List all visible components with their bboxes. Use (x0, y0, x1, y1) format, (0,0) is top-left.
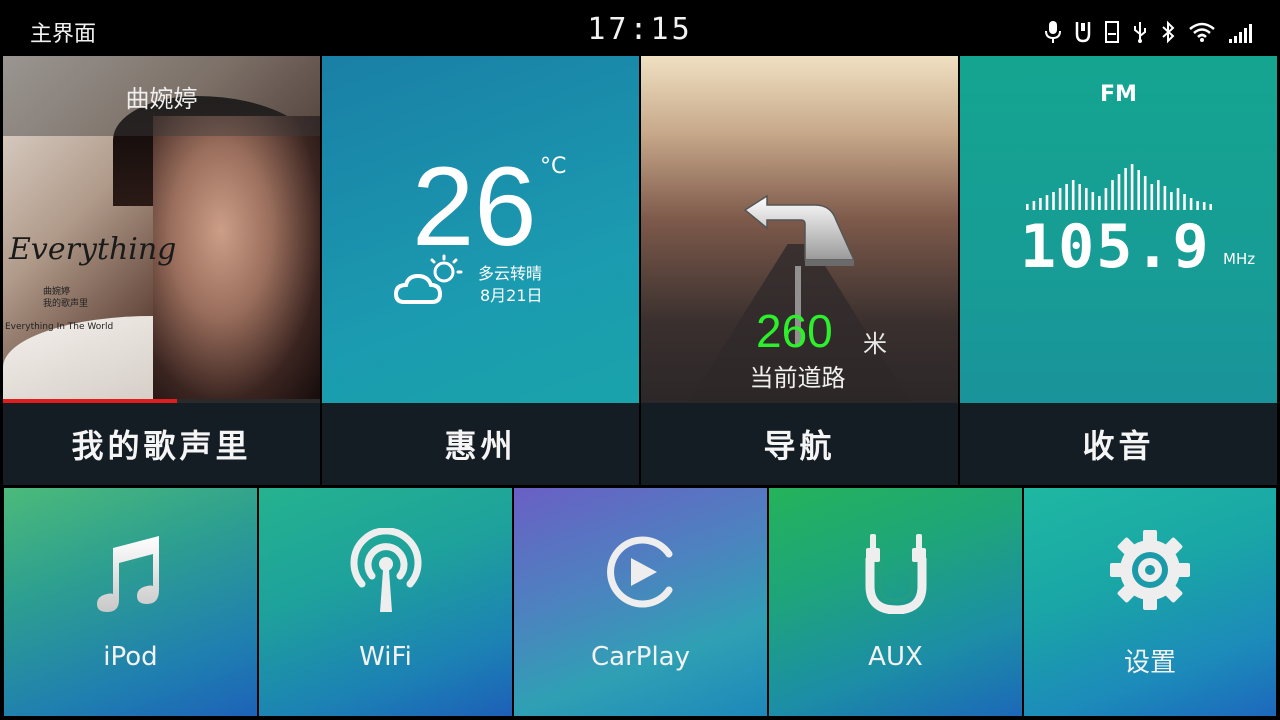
usb-icon (1134, 22, 1146, 43)
radio-spectrum-bar (1052, 192, 1055, 210)
music-note-icon (96, 536, 159, 612)
artist-name: 曲婉婷 (3, 56, 320, 136)
status-bar: 主界面 17:15 (0, 0, 1280, 56)
wifi-antenna-icon (350, 528, 421, 612)
radio-spectrum-bar (1196, 201, 1199, 210)
nav-label-text: 导航 (763, 427, 836, 465)
app-settings-icon-wrap (1024, 528, 1276, 614)
radio-spectrum-bar (1183, 194, 1186, 210)
app-wifi-icon-wrap (259, 528, 512, 614)
nav-distance-unit: 米 (863, 330, 887, 358)
radio-spectrum-bar (1176, 188, 1180, 210)
radio-spectrum-bar (1111, 180, 1114, 210)
sd-card-icon (1105, 21, 1119, 43)
weather-condition: 多云转晴 (478, 264, 543, 283)
status-clock: 17:15 (587, 12, 693, 47)
app-carplay-icon-wrap (514, 528, 767, 614)
radio-spectrum-bar (1130, 164, 1134, 210)
radio-spectrum-bar (1143, 176, 1147, 210)
album-art-face (153, 116, 320, 403)
app-carplay[interactable]: CarPlay (514, 488, 767, 716)
wifi-icon (1189, 22, 1215, 42)
song-title: 我的歌声里 (3, 403, 320, 485)
app-ipod-icon-wrap (4, 528, 257, 614)
app-aux[interactable]: AUX (769, 488, 1022, 716)
radio-spectrum-bar (1026, 204, 1029, 210)
microphone-icon (1045, 21, 1061, 43)
radio-spectrum-bar (1137, 170, 1140, 210)
radio-spectrum-bar (1170, 192, 1173, 210)
app-settings-label: 设置 (1123, 648, 1176, 678)
song-title-text: 我的歌声里 (71, 427, 252, 465)
weather-date: 8月21日 (480, 286, 543, 305)
signal-icon (1229, 24, 1252, 43)
app-aux-label: AUX (868, 642, 923, 672)
app-ipod[interactable]: iPod (4, 488, 257, 716)
app-wifi-label: WiFi (359, 642, 412, 672)
nav-distance: 260 (756, 305, 833, 357)
aux-jack-icon (865, 534, 926, 614)
radio-spectrum-bar (1104, 188, 1108, 210)
nav-label: 导航 (641, 403, 958, 485)
city-name-text: 惠州 (444, 427, 517, 465)
nav-road-name: 当前道路 (641, 358, 958, 393)
radio-spectrum-bar (1065, 184, 1068, 210)
play-circle-icon (606, 536, 672, 608)
radio-spectrum-bar (1209, 204, 1212, 210)
status-title: 主界面 (30, 22, 97, 47)
radio-spectrum-bar (1189, 198, 1193, 210)
album-script-text: Everything (9, 232, 177, 267)
radio-spectrum-bar (1124, 168, 1127, 210)
radio-frequency-unit: MHz (1223, 250, 1256, 268)
usb-stick-icon (1075, 22, 1091, 43)
radio-spectrum-bar (1150, 184, 1154, 210)
radio-spectrum-bar (1078, 184, 1081, 210)
radio-spectrum-bar (1032, 201, 1036, 210)
album-art: Everything 曲婉婷 我的歌声里 Everything In The W… (3, 56, 320, 406)
radio-frequency: 105.9 (1020, 212, 1211, 282)
gear-icon (1110, 530, 1190, 610)
city-name: 惠州 (322, 403, 639, 485)
radio-spectrum-bar (1045, 195, 1049, 210)
app-wifi[interactable]: WiFi (259, 488, 512, 716)
radio-spectrum-bar (1163, 186, 1167, 210)
radio-label: 收音 (960, 403, 1277, 485)
radio-spectrum-bar (1117, 174, 1121, 210)
navigation-tile[interactable]: 260 米 当前道路 导航 (641, 56, 958, 485)
radio-band: FM (1100, 82, 1137, 107)
app-aux-icon-wrap (769, 528, 1022, 614)
cloud-sun-icon (394, 254, 463, 304)
turn-left-arrow-icon (743, 194, 856, 266)
radio-spectrum-bar (1058, 188, 1062, 210)
radio-spectrum-bar (1091, 192, 1095, 210)
app-settings[interactable]: 设置 (1024, 488, 1276, 716)
radio-label-text: 收音 (1082, 427, 1155, 465)
music-tile[interactable]: Everything 曲婉婷 我的歌声里 Everything In The W… (3, 56, 320, 485)
status-icons (1044, 18, 1256, 46)
radio-spectrum-bar (1039, 198, 1042, 210)
radio-spectrum-bar (1202, 202, 1206, 210)
app-carplay-label: CarPlay (591, 642, 690, 672)
radio-tile[interactable]: FM 105.9 MHz 收音 (960, 56, 1277, 485)
nav-road-text: 当前道路 (749, 364, 846, 392)
radio-spectrum (1026, 164, 1212, 210)
weather-tile[interactable]: 26 °C 多云转晴 8月21日 惠州 (322, 56, 639, 485)
radio-spectrum-bar (1071, 180, 1075, 210)
radio-spectrum-bar (1085, 188, 1088, 210)
bluetooth-icon (1162, 20, 1175, 44)
temperature: 26 (412, 144, 537, 269)
album-small-title: 我的歌声里 (43, 299, 89, 309)
radio-spectrum-bar (1098, 196, 1101, 210)
temperature-unit: °C (540, 154, 567, 179)
app-ipod-label: iPod (103, 642, 158, 672)
radio-spectrum-bar (1157, 180, 1160, 210)
artist-name-text: 曲婉婷 (125, 84, 198, 113)
album-small-en: Everything In The World (5, 322, 114, 332)
